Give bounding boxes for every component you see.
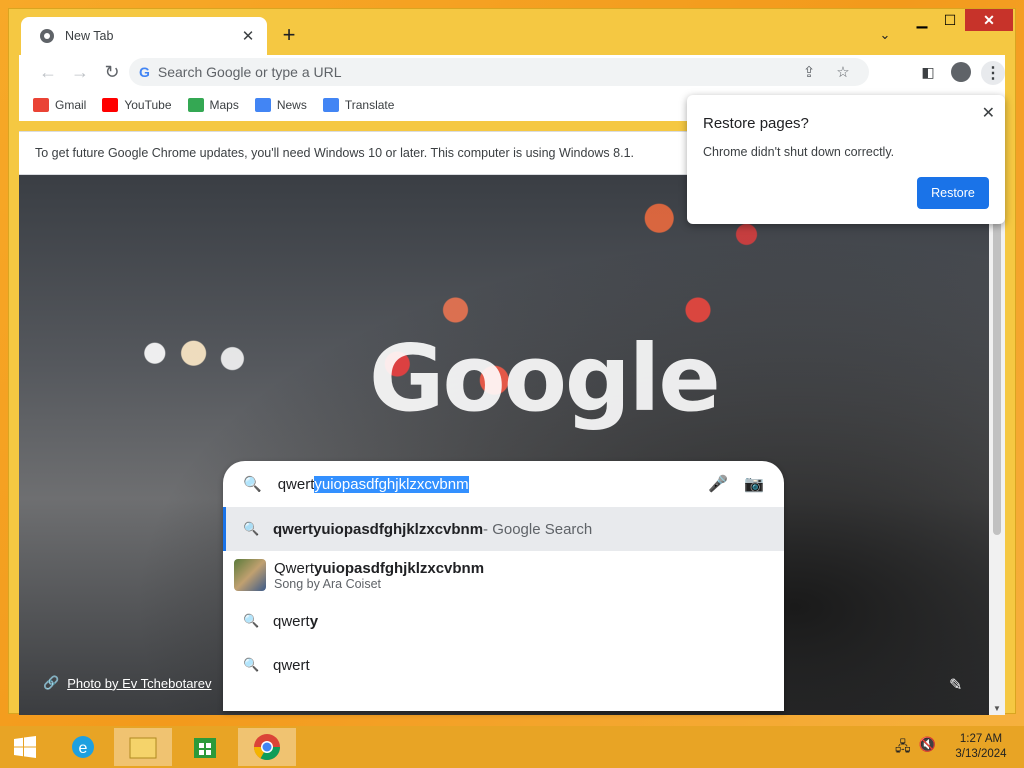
back-button[interactable]: ← <box>35 59 61 85</box>
bookmark-gmail[interactable]: Gmail <box>33 98 86 112</box>
close-tab-icon[interactable]: ✕ <box>239 27 257 45</box>
clock-time: 1:27 AM <box>959 733 1003 745</box>
camera-lens-icon[interactable]: 📷 <box>744 474 764 494</box>
chrome-icon <box>253 734 281 761</box>
customize-pencil-icon[interactable]: ✎ <box>949 675 969 695</box>
suggestion-bold: yuiopasdfghjklzxcvbnm <box>314 559 485 577</box>
suggestion-bold: y <box>309 612 319 630</box>
tab-title: New Tab <box>65 29 114 43</box>
volume-muted-icon[interactable]: 🔇 <box>919 736 936 760</box>
search-icon: 🔍 <box>243 657 260 672</box>
search-icon: 🔍 <box>243 613 260 628</box>
song-thumbnail <box>234 559 266 591</box>
suggestion-prefix: Qwert <box>274 559 315 577</box>
translate-icon <box>322 98 339 112</box>
suggestion-song[interactable]: Qwertyuiopasdfghjklzxcvbnm Song by Ara C… <box>223 551 784 599</box>
omnibox-placeholder: Search Google or type a URL <box>157 64 342 80</box>
svg-text:e: e <box>79 740 88 757</box>
bookmark-translate[interactable]: Translate <box>322 98 395 112</box>
bookmark-maps[interactable]: Maps <box>187 98 239 112</box>
suggestion-prefix: qwert <box>273 612 310 630</box>
google-logo: Google <box>369 325 721 432</box>
side-panel-icon[interactable]: ◧ <box>919 63 937 81</box>
suggestion-qwerty[interactable]: 🔍 qwert y <box>223 599 784 643</box>
menu-kebab-icon[interactable]: ⋮ <box>981 61 1005 85</box>
minimize-button[interactable]: ▁ <box>909 9 935 31</box>
forward-button[interactable]: → <box>67 59 93 85</box>
bookmark-label: Translate <box>344 98 395 112</box>
toolbar: ← → ↻ G Search Google or type a URL ⇪ ☆ … <box>19 55 1005 89</box>
google-g-icon: G <box>139 64 150 80</box>
photo-credit[interactable]: 🔗 Photo by Ev Tchebotarev <box>43 675 211 691</box>
store-icon <box>194 738 216 758</box>
taskbar-internet-explorer[interactable]: e <box>54 728 112 766</box>
profile-avatar[interactable] <box>951 62 971 82</box>
taskbar: e 🖧 🔇 1:27 AM 3/13/2024 <box>0 726 1024 768</box>
start-button[interactable] <box>0 726 50 768</box>
bookmark-label: YouTube <box>124 98 172 112</box>
bookmark-youtube[interactable]: YouTube <box>102 98 172 112</box>
suggestion-bold: qwertyuiopasdfghjklzxcvbnm <box>273 520 484 538</box>
search-typed-text: qwert <box>277 475 315 493</box>
search-selected-text: yuiopasdfghjklzxcvbnm <box>314 475 469 493</box>
suggestion-qwert[interactable]: 🔍 qwert <box>223 643 784 687</box>
bookmark-star-icon[interactable]: ☆ <box>833 62 853 82</box>
suggestion-suffix: - Google Search <box>483 520 593 538</box>
internet-explorer-icon: e <box>72 736 94 758</box>
taskbar-store[interactable] <box>176 728 234 766</box>
song-subtitle: Song by Ara Coiset <box>274 576 382 591</box>
clock-date: 3/13/2024 <box>955 748 1007 760</box>
close-window-button[interactable]: ✕ <box>965 9 1013 31</box>
bookmark-news[interactable]: News <box>254 98 307 112</box>
search-icon: 🔍 <box>243 521 260 536</box>
network-icon[interactable]: 🖧 <box>895 736 911 760</box>
taskbar-clock[interactable]: 1:27 AM 3/13/2024 <box>948 732 1014 762</box>
maximize-button[interactable]: ☐ <box>937 9 963 31</box>
youtube-icon <box>102 98 119 112</box>
dialog-title: Restore pages? <box>703 115 809 132</box>
tab-search-chevron-icon[interactable]: ⌄ <box>875 25 895 45</box>
search-input[interactable]: 🔍 qwert yuiopasdfghjklzxcvbnm 🎤 📷 <box>223 461 784 507</box>
photo-credit-link[interactable]: Photo by Ev Tchebotarev <box>67 676 211 691</box>
search-icon: 🔍 <box>243 476 262 493</box>
dialog-message: Chrome didn't shut down correctly. <box>703 145 895 159</box>
taskbar-file-explorer[interactable] <box>114 728 172 766</box>
news-icon <box>254 98 271 112</box>
link-icon: 🔗 <box>43 675 60 690</box>
maps-icon <box>187 98 204 112</box>
gmail-icon <box>33 98 49 112</box>
suggestion-prefix: qwert <box>273 656 310 674</box>
bookmark-label: News <box>276 98 307 112</box>
bookmark-label: Gmail <box>55 98 87 112</box>
share-icon[interactable]: ⇪ <box>799 62 819 82</box>
bookmark-label: Maps <box>209 98 239 112</box>
chrome-icon <box>40 29 54 43</box>
system-tray: 🖧 🔇 <box>895 736 936 760</box>
scroll-down-arrow-icon[interactable]: ▼ <box>993 704 1001 713</box>
song-text: Qwertyuiopasdfghjklzxcvbnm Song by Ara C… <box>274 560 484 591</box>
restore-button[interactable]: Restore <box>917 177 989 209</box>
microphone-icon[interactable]: 🎤 <box>708 474 728 494</box>
scrollbar[interactable]: ▼ <box>989 175 1005 715</box>
close-dialog-icon[interactable]: ✕ <box>982 103 995 123</box>
search-dropdown: 🔍 qwert yuiopasdfghjklzxcvbnm 🎤 📷 🔍 qwert… <box>223 461 784 711</box>
reload-button[interactable]: ↻ <box>99 59 125 85</box>
suggestion-google-search[interactable]: 🔍 qwertyuiopasdfghjklzxcvbnm - Google Se… <box>223 507 784 551</box>
scrollbar-thumb[interactable] <box>993 205 1001 535</box>
new-tab-button[interactable]: + <box>277 22 301 47</box>
restore-pages-dialog: Restore pages? ✕ Chrome didn't shut down… <box>687 95 1005 224</box>
infobar-message: To get future Google Chrome updates, you… <box>35 146 634 160</box>
title-bar: New Tab ✕ + ⌄ ▁ ☐ ✕ <box>9 9 1015 55</box>
tab-new-tab[interactable]: New Tab ✕ <box>21 17 267 55</box>
omnibox[interactable]: G Search Google or type a URL ⇪ ☆ <box>129 58 869 86</box>
folder-icon <box>129 737 157 759</box>
windows-logo-icon <box>14 736 36 758</box>
taskbar-chrome[interactable] <box>238 728 296 766</box>
